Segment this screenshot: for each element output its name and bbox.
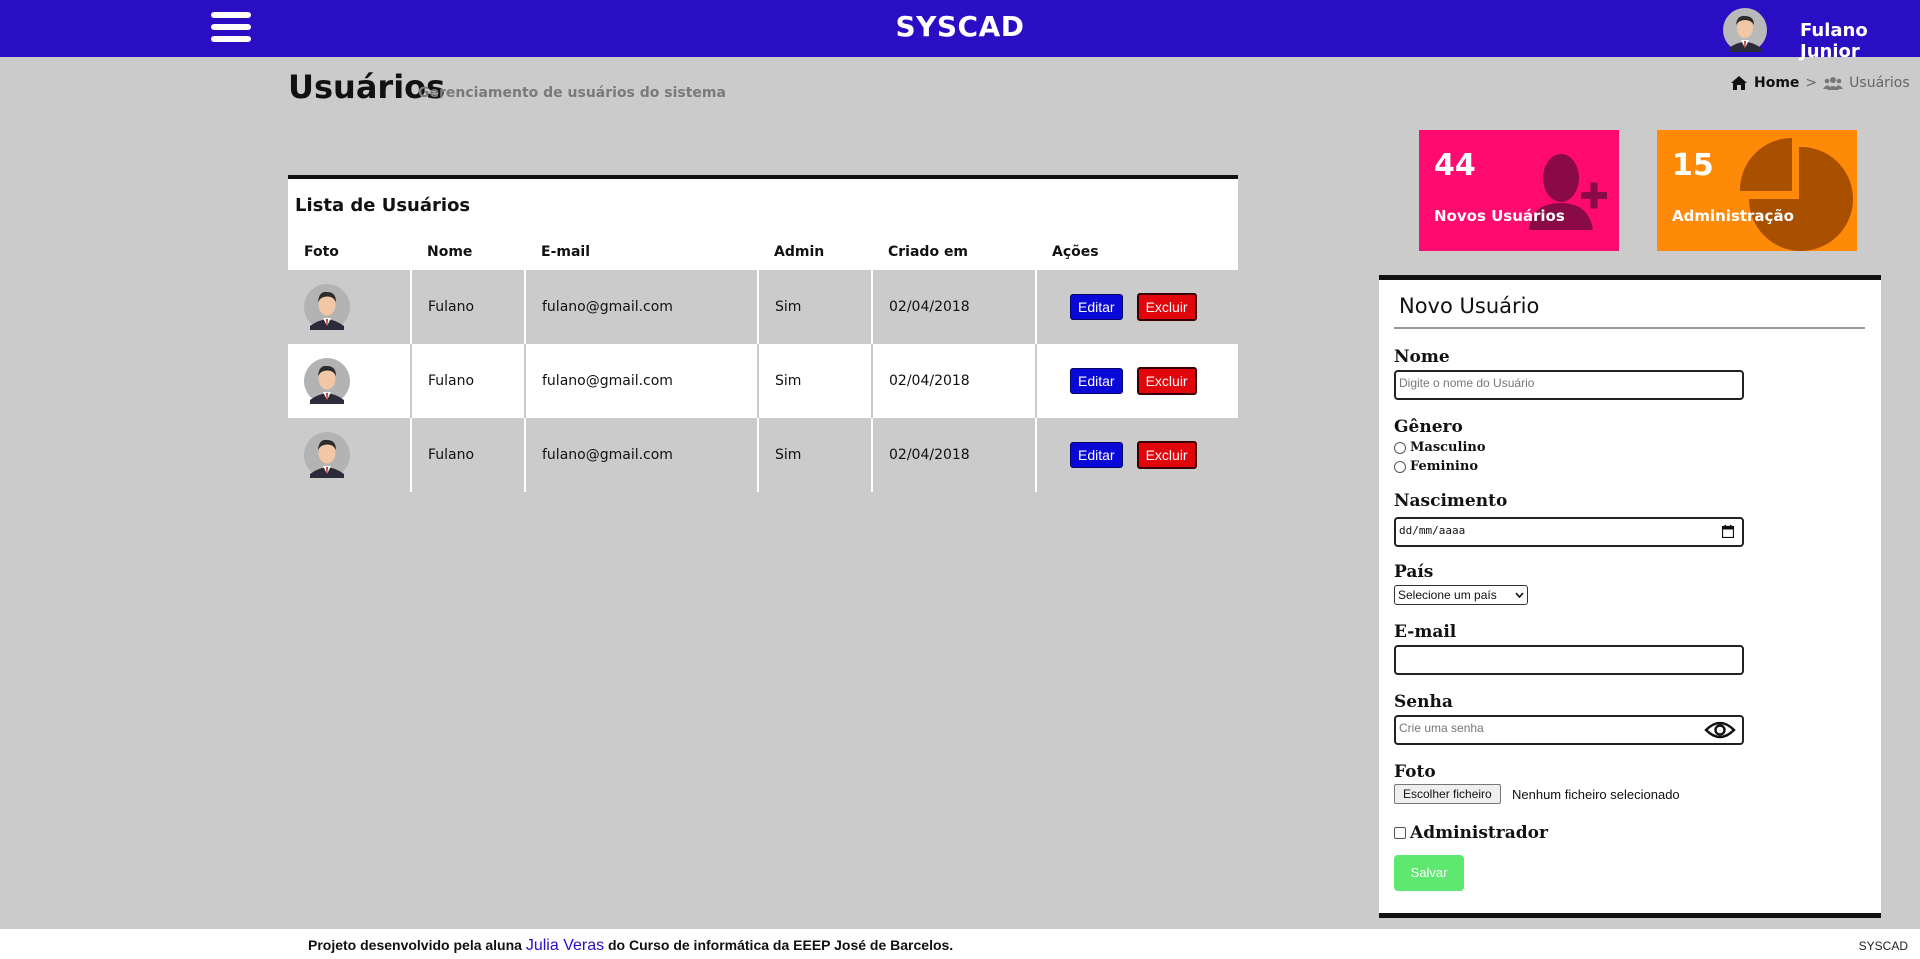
delete-button[interactable]: Excluir <box>1136 367 1197 395</box>
admin-checkbox[interactable] <box>1394 827 1406 839</box>
new-users-count: 44 <box>1434 148 1476 183</box>
radio-button[interactable] <box>1394 460 1406 473</box>
new-users-tile[interactable]: 44 Novos Usuários <box>1419 130 1619 251</box>
user-name[interactable]: Fulano Junior <box>1800 20 1920 62</box>
edit-button[interactable]: Editar <box>1070 368 1123 394</box>
table-row: Fulano fulano@gmail.com Sim 02/04/2018 E… <box>288 418 1238 492</box>
user-name-cell: Fulano <box>411 418 526 492</box>
pie-chart-icon <box>1739 138 1853 251</box>
birth-date-input[interactable]: dd/mm/aaaa <box>1394 517 1744 547</box>
column-header-nome: Nome <box>427 244 473 260</box>
column-header-email: E-mail <box>541 244 591 260</box>
actions-cell: Editar Excluir <box>1036 270 1238 344</box>
user-admin-cell: Sim <box>758 344 873 418</box>
footer: Projeto desenvolvido pela aluna Julia Ve… <box>0 929 1920 959</box>
email-input[interactable] <box>1394 645 1744 675</box>
add-user-icon <box>1529 154 1607 230</box>
users-table-title: Lista de Usuários <box>295 195 471 216</box>
user-admin-cell: Sim <box>758 418 873 492</box>
form-title-divider <box>1394 327 1865 329</box>
users-table-card: Lista de Usuários Foto Nome E-mail Admin… <box>288 175 1238 492</box>
breadcrumb-current: Usuários <box>1849 75 1910 91</box>
column-header-foto: Foto <box>304 244 339 260</box>
password-input[interactable]: Crie uma senha <box>1394 715 1744 745</box>
gender-label: Gênero <box>1394 417 1463 437</box>
chevron-down-icon <box>1515 592 1524 598</box>
footer-text: Projeto desenvolvido pela aluna Julia Ve… <box>308 937 953 955</box>
user-avatar[interactable] <box>1723 8 1767 52</box>
top-navbar: SYSCAD Fulano Junior <box>0 0 1920 62</box>
page-subtitle: Gerenciamento de usuários do sistema <box>418 85 726 101</box>
users-icon <box>1823 77 1844 90</box>
user-email-cell: fulano@gmail.com <box>525 344 759 418</box>
user-admin-cell: Sim <box>758 270 873 344</box>
edit-button[interactable]: Editar <box>1070 442 1123 468</box>
actions-cell: Editar Excluir <box>1036 344 1238 418</box>
column-header-criado: Criado em <box>888 244 969 260</box>
column-header-acoes: Ações <box>1052 244 1099 260</box>
country-select[interactable]: Selecione um país <box>1394 585 1528 605</box>
edit-button[interactable]: Editar <box>1070 294 1123 320</box>
gender-option-masculino[interactable]: Masculino <box>1394 440 1486 455</box>
footer-prefix: Projeto desenvolvido pela aluna <box>308 937 522 953</box>
country-label: País <box>1394 562 1434 582</box>
new-user-form: Novo Usuário Nome Digite o nome do Usuár… <box>1379 275 1881 918</box>
table-row: Fulano fulano@gmail.com Sim 02/04/2018 E… <box>288 270 1238 344</box>
photo-label: Foto <box>1394 762 1436 782</box>
user-email-cell: fulano@gmail.com <box>525 270 759 344</box>
user-photo <box>304 284 350 330</box>
birth-label: Nascimento <box>1394 491 1508 511</box>
password-placeholder: Crie uma senha <box>1399 721 1484 735</box>
admin-checkbox-label: Administrador <box>1410 823 1548 843</box>
actions-cell: Editar Excluir <box>1036 418 1238 492</box>
breadcrumb-home[interactable]: Home <box>1754 75 1799 91</box>
app-title: SYSCAD <box>895 10 1025 43</box>
footer-brand: SYSCAD <box>1858 939 1908 953</box>
file-status: Nenhum ficheiro selecionado <box>1512 787 1680 802</box>
delete-button[interactable]: Excluir <box>1136 293 1197 321</box>
radio-label: Feminino <box>1410 459 1478 474</box>
footer-author-link[interactable]: Julia Veras <box>526 937 604 954</box>
photo-cell <box>288 344 412 418</box>
photo-cell <box>288 418 412 492</box>
footer-suffix: do Curso de informática da EEEP José de … <box>608 937 954 953</box>
table-header-row: Foto Nome E-mail Admin Criado em Ações <box>288 234 1238 270</box>
email-label: E-mail <box>1394 622 1457 642</box>
save-button[interactable]: Salvar <box>1394 855 1464 891</box>
choose-file-button[interactable]: Escolher ficheiro <box>1394 784 1501 804</box>
password-label: Senha <box>1394 692 1453 712</box>
user-photo <box>304 432 350 478</box>
user-email-cell: fulano@gmail.com <box>525 418 759 492</box>
user-created-cell: 02/04/2018 <box>872 418 1037 492</box>
country-selected: Selecione um país <box>1398 588 1497 602</box>
admin-label: Administração <box>1672 207 1794 225</box>
admin-count: 15 <box>1672 148 1714 183</box>
breadcrumb: Home > Usuários <box>1730 75 1910 91</box>
user-photo <box>304 358 350 404</box>
eye-icon[interactable] <box>1704 720 1736 740</box>
home-icon[interactable] <box>1730 75 1748 91</box>
admin-checkbox-row[interactable]: Administrador <box>1394 823 1548 843</box>
table-row: Fulano fulano@gmail.com Sim 02/04/2018 E… <box>288 344 1238 418</box>
breadcrumb-separator: > <box>1805 75 1818 91</box>
column-header-admin: Admin <box>774 244 825 260</box>
user-created-cell: 02/04/2018 <box>872 270 1037 344</box>
radio-button[interactable] <box>1394 441 1406 454</box>
delete-button[interactable]: Excluir <box>1136 441 1197 469</box>
admin-tile[interactable]: 15 Administração <box>1657 130 1857 251</box>
user-created-cell: 02/04/2018 <box>872 344 1037 418</box>
new-users-label: Novos Usuários <box>1434 207 1565 225</box>
user-name-cell: Fulano <box>411 344 526 418</box>
gender-option-feminino[interactable]: Feminino <box>1394 459 1478 474</box>
name-label: Nome <box>1394 347 1450 367</box>
date-placeholder: dd/mm/aaaa <box>1399 524 1466 537</box>
user-name-cell: Fulano <box>411 270 526 344</box>
name-input[interactable]: Digite o nome do Usuário <box>1394 370 1744 400</box>
users-table: Foto Nome E-mail Admin Criado em Ações F… <box>288 234 1238 492</box>
radio-label: Masculino <box>1410 440 1486 455</box>
form-title: Novo Usuário <box>1399 294 1540 318</box>
photo-cell <box>288 270 412 344</box>
calendar-icon[interactable] <box>1722 525 1734 538</box>
